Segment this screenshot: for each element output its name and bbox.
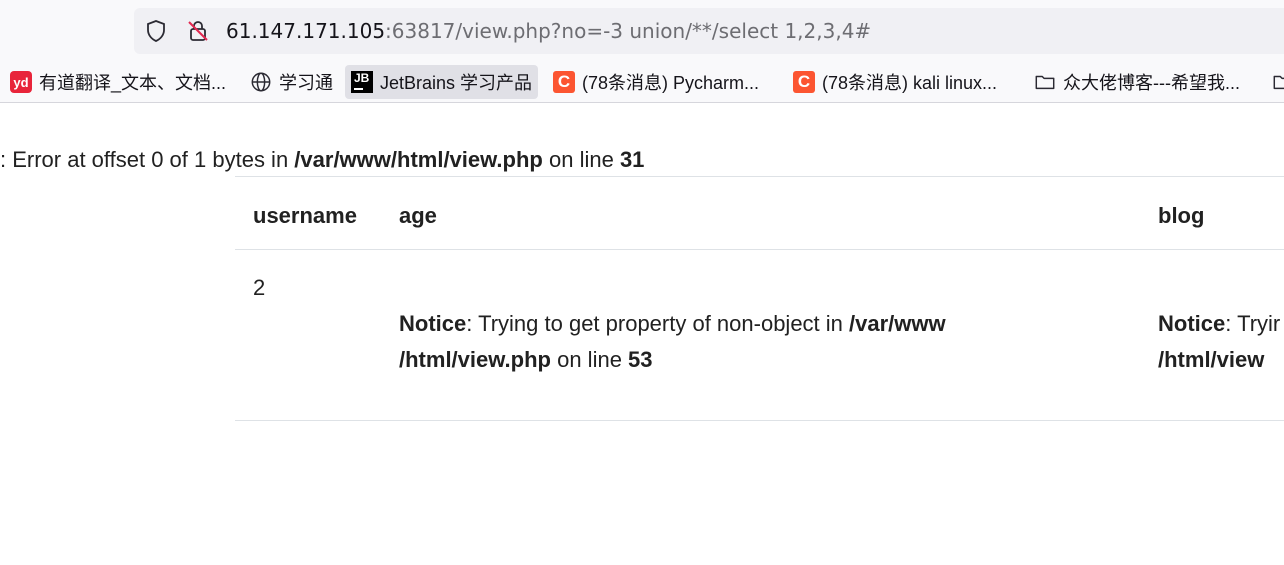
bookmark-youdao[interactable]: yd 有道翻译_文本、文档... (4, 65, 232, 99)
cell-username: 2 (253, 275, 266, 300)
bookmark-xuexitong[interactable]: 学习通 (244, 65, 339, 99)
header-age: age (399, 203, 437, 228)
url-text[interactable]: 61.147.171.105:63817/view.php?no=-3 unio… (226, 19, 871, 43)
shield-icon[interactable] (144, 19, 168, 43)
cell-blog-notice: Notice: Tryir/html/view (1158, 311, 1281, 372)
header-blog: blog (1158, 203, 1205, 228)
folder-icon (1273, 75, 1284, 90)
csdn-icon: C (793, 71, 815, 93)
bookmarks-toolbar: yd 有道翻译_文本、文档... 学习通 JB JetBrains 学习产品 C… (0, 62, 1284, 103)
cell-age-notice: Notice: Trying to get property of non-ob… (399, 311, 946, 372)
bookmark-label: 学习通 (279, 73, 333, 93)
notice-line-number: 53 (628, 347, 653, 372)
bookmark-folder-blogs[interactable]: 众大佬博客---希望我... (1028, 65, 1246, 99)
error-line-number: 31 (619, 147, 645, 172)
bookmark-jetbrains[interactable]: JB JetBrains 学习产品 (345, 65, 539, 99)
bookmark-folder-overflow[interactable] (1266, 65, 1284, 99)
header-divider (235, 249, 1284, 250)
csdn-icon: C (553, 71, 575, 93)
bookmark-pycharm[interactable]: C (78条消息) Pycharm... (547, 65, 765, 99)
folder-icon (1035, 75, 1055, 90)
url-path: :63817/view.php?no=-3 union/**/select 1,… (385, 19, 872, 43)
bookmark-label: JetBrains 学习产品 (380, 73, 533, 93)
header-username: username (253, 203, 357, 228)
bookmark-label: 有道翻译_文本、文档... (39, 73, 227, 93)
notice-file-path: /html/view (1158, 347, 1265, 372)
bookmark-label: (78条消息) kali linux... (822, 73, 998, 93)
error-file-path: /var/www/html/view.php (294, 147, 543, 172)
notice-label: Notice (1158, 311, 1226, 336)
browser-toolbar: 61.147.171.105:63817/view.php?no=-3 unio… (0, 0, 1284, 62)
notice-label: Notice (399, 311, 467, 336)
youdao-icon: yd (10, 71, 32, 93)
url-host: 61.147.171.105 (226, 19, 386, 43)
php-error-message: : Error at offset 0 of 1 bytes in /var/w… (0, 147, 645, 172)
user-table: username age blog 2 Notice: Trying to ge… (235, 176, 1284, 421)
bookmark-label: (78条消息) Pycharm... (582, 73, 760, 93)
bookmark-label: 众大佬博客---希望我... (1063, 73, 1240, 93)
globe-icon (251, 72, 271, 92)
address-bar[interactable]: 61.147.171.105:63817/view.php?no=-3 unio… (134, 8, 1284, 54)
bookmark-kali[interactable]: C (78条消息) kali linux... (787, 65, 1003, 99)
insecure-lock-icon[interactable] (186, 19, 210, 43)
jetbrains-icon: JB (351, 71, 373, 93)
